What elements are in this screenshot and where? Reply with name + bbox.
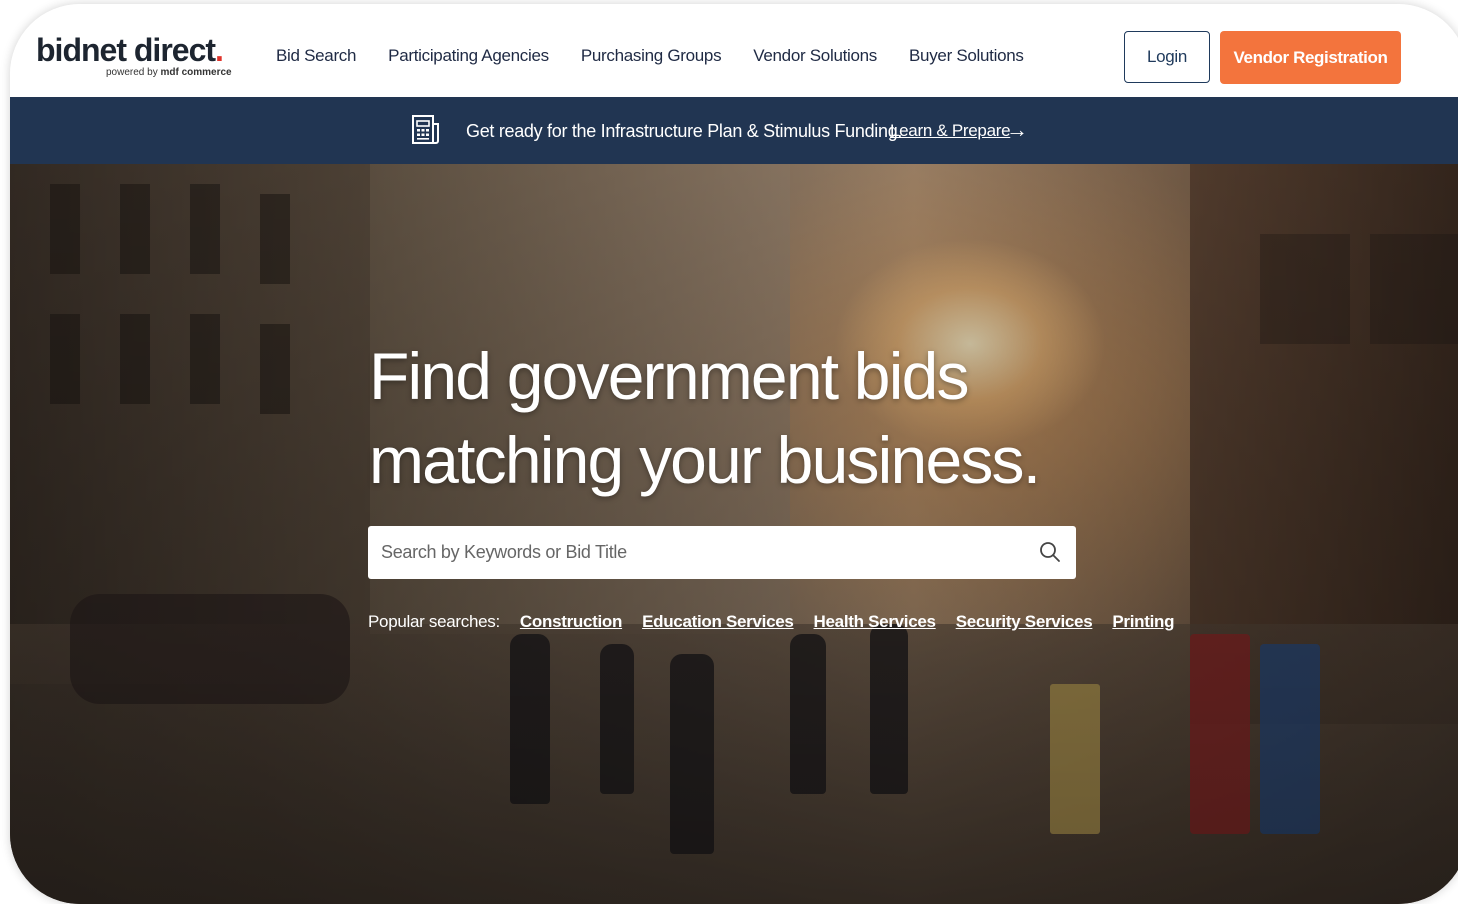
logo-dot: .: [215, 32, 224, 68]
logo-tagline-brand: mdf commerce: [160, 67, 232, 78]
banner-text: Get ready for the Infrastructure Plan & …: [466, 121, 903, 141]
nav-item-purchasing-groups[interactable]: Purchasing Groups: [581, 46, 722, 66]
learn-prepare-link[interactable]: Learn & Prepare: [890, 121, 1011, 141]
vendor-registration-button[interactable]: Vendor Registration: [1220, 31, 1401, 84]
logo-name: bidnet direct: [36, 32, 216, 68]
popular-search-health-services[interactable]: Health Services: [814, 612, 936, 632]
site-header: bidnet direct. powered by mdf commerce B…: [10, 4, 1458, 97]
search-input[interactable]: [368, 526, 1034, 579]
bidnet-logo[interactable]: bidnet direct. powered by mdf commerce: [36, 32, 236, 84]
bid-search-box: [368, 526, 1076, 579]
popular-search-printing[interactable]: Printing: [1112, 612, 1174, 632]
nav-item-participating-agencies[interactable]: Participating Agencies: [388, 46, 549, 66]
announcement-banner: Get ready for the Infrastructure Plan & …: [10, 97, 1458, 164]
popular-search-security-services[interactable]: Security Services: [956, 612, 1093, 632]
main-nav: Bid Search Participating Agencies Purcha…: [276, 46, 1056, 66]
popular-search-education-services[interactable]: Education Services: [642, 612, 794, 632]
logo-tagline-prefix: powered by: [106, 67, 158, 78]
hero-section: Find government bids matching your busin…: [10, 164, 1458, 904]
popular-searches-label: Popular searches:: [368, 612, 500, 631]
logo-wordmark: bidnet direct.: [36, 32, 224, 69]
nav-item-buyer-solutions[interactable]: Buyer Solutions: [909, 46, 1024, 66]
nav-item-bid-search[interactable]: Bid Search: [276, 46, 356, 66]
popular-search-construction[interactable]: Construction: [520, 612, 622, 632]
nav-item-vendor-solutions[interactable]: Vendor Solutions: [753, 46, 877, 66]
arrow-right-icon[interactable]: →: [1006, 117, 1028, 143]
login-button[interactable]: Login: [1124, 31, 1210, 83]
popular-searches: Popular searches: Construction Education…: [368, 612, 1194, 632]
logo-tagline: powered by mdf commerce: [106, 67, 232, 78]
hero-headline: Find government bids matching your busin…: [369, 334, 1041, 502]
newspaper-icon: [412, 115, 439, 144]
hero-headline-line1: Find government bids: [369, 339, 969, 413]
hero-headline-line2: matching your business.: [369, 423, 1041, 497]
search-icon[interactable]: [1038, 540, 1062, 564]
page-frame: bidnet direct. powered by mdf commerce B…: [10, 4, 1458, 904]
